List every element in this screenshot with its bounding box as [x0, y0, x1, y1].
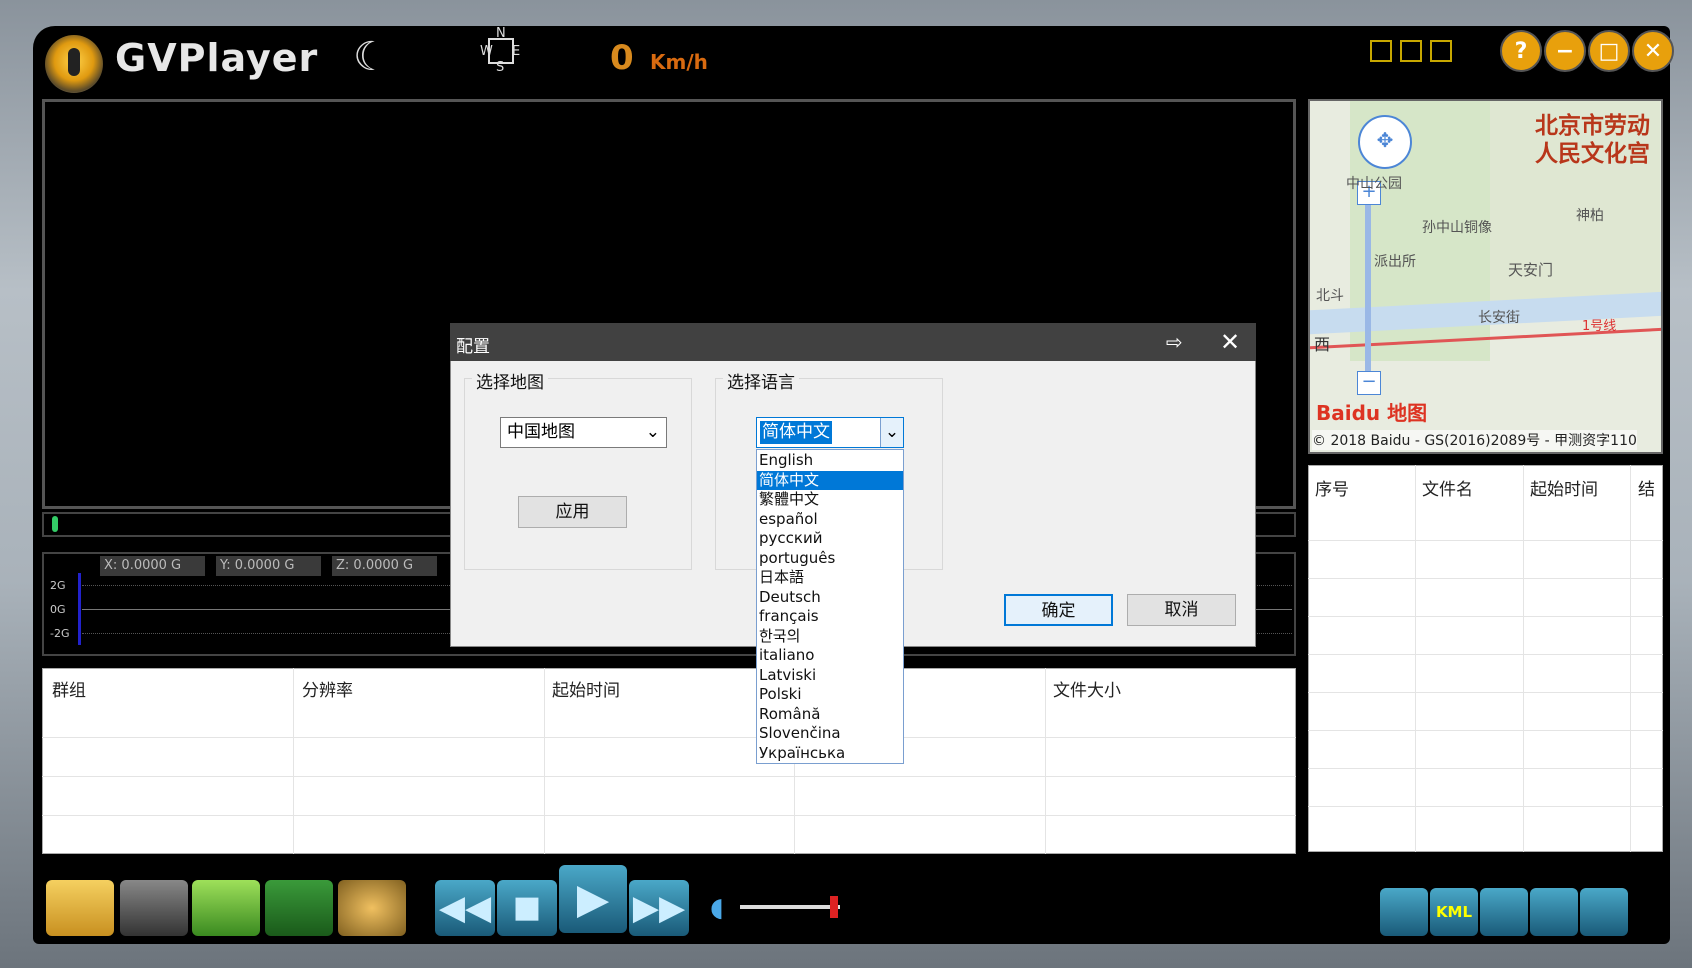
save-disk-icon[interactable]: [192, 880, 260, 936]
gsensor-y: Y: 0.0000 G: [216, 556, 321, 576]
dialog-close-icon[interactable]: ✕: [1220, 328, 1240, 356]
layout-small-icon[interactable]: [1370, 40, 1392, 62]
language-option[interactable]: Română: [757, 705, 903, 725]
close-icon[interactable]: ✕: [1632, 30, 1674, 72]
volume-slider[interactable]: [740, 905, 840, 909]
map-select[interactable]: 中国地图 ⌄: [500, 417, 667, 448]
apply-button[interactable]: 应用: [518, 496, 627, 528]
fast-forward-icon[interactable]: ▶▶: [629, 880, 689, 936]
map-label: 西: [1314, 335, 1331, 354]
dialog-title: 配置: [456, 337, 490, 357]
map-group-label: 选择地图: [472, 368, 548, 393]
logo-pupil: [68, 48, 80, 76]
camera-icon[interactable]: [120, 880, 188, 936]
map-label: 派出所: [1374, 254, 1416, 270]
rcol-filename[interactable]: 文件名: [1422, 475, 1473, 500]
language-select[interactable]: 简体中文 ⌄: [756, 417, 904, 448]
settings-wheel-icon[interactable]: [338, 880, 406, 936]
language-option[interactable]: Polski: [757, 685, 903, 705]
gsensor-scale-bottom: -2G: [50, 627, 70, 640]
language-option[interactable]: 繁體中文: [757, 490, 903, 510]
layout-switcher: [1370, 40, 1452, 68]
speed-unit: Km/h: [650, 50, 708, 74]
col-group[interactable]: 群组: [52, 676, 86, 701]
open-folder-icon[interactable]: [46, 880, 114, 936]
progress-thumb[interactable]: [52, 516, 58, 532]
map-group: [464, 378, 692, 570]
chevron-down-icon[interactable]: ⌄: [880, 418, 903, 447]
gsensor-scale-top: 2G: [50, 579, 66, 592]
map-label: 神柏: [1576, 208, 1604, 224]
map-zoom-out-icon[interactable]: −: [1357, 371, 1381, 395]
rcol-start-time[interactable]: 起始时间: [1530, 475, 1598, 500]
night-mode-icon[interactable]: ☾: [353, 34, 389, 80]
help-icon[interactable]: ?: [1500, 30, 1542, 72]
compass-icon: N W E S: [478, 26, 524, 76]
language-option[interactable]: 한국의: [757, 627, 903, 647]
map-copyright: © 2018 Baidu - GS(2016)2089号 - 甲测资字110: [1312, 430, 1637, 450]
kml-icon[interactable]: KML: [1430, 888, 1478, 936]
recycle-bin-icon[interactable]: [265, 880, 333, 936]
col-start-time[interactable]: 起始时间: [552, 676, 620, 701]
repeat-icon[interactable]: [1380, 888, 1428, 936]
chart-icon[interactable]: [1530, 888, 1578, 936]
app-title: GVPlayer: [115, 36, 319, 80]
maximize-icon[interactable]: □: [1588, 30, 1630, 72]
baidu-logo: Baidu 地图: [1316, 401, 1428, 425]
rewind-icon[interactable]: ◀◀: [435, 880, 495, 936]
volume-icon[interactable]: ◖: [710, 893, 724, 923]
chevron-down-icon: ⌄: [645, 422, 660, 442]
gsensor-scale-mid: 0G: [50, 603, 66, 616]
track-list[interactable]: [1308, 465, 1663, 852]
language-option[interactable]: Українська: [757, 744, 903, 764]
language-group-label: 选择语言: [723, 368, 799, 393]
language-select-value: 简体中文: [760, 421, 832, 444]
language-option[interactable]: italiano: [757, 646, 903, 666]
col-resolution[interactable]: 分辨率: [302, 676, 353, 701]
map-label: 北斗: [1316, 288, 1344, 304]
col-file-size[interactable]: 文件大小: [1053, 676, 1121, 701]
layout-large-icon[interactable]: [1430, 40, 1452, 62]
language-option[interactable]: español: [757, 510, 903, 530]
dialog-export-icon[interactable]: ⇨: [1166, 330, 1183, 354]
language-option-selected[interactable]: 简体中文: [757, 470, 903, 490]
minimize-icon[interactable]: −: [1544, 30, 1586, 72]
map-label: 中山公园: [1346, 176, 1402, 192]
gsensor-x: X: 0.0000 G: [100, 556, 205, 576]
map-label: 孙中山铜像: [1422, 220, 1492, 236]
language-option[interactable]: 日本語: [757, 568, 903, 588]
map-label: 1号线: [1582, 319, 1617, 334]
map-pin-icon[interactable]: [1480, 888, 1528, 936]
lock-icon[interactable]: [1580, 888, 1628, 936]
layout-medium-icon[interactable]: [1400, 40, 1422, 62]
language-option[interactable]: Deutsch: [757, 588, 903, 608]
map-label: 长安街: [1478, 310, 1520, 326]
ok-button[interactable]: 确定: [1004, 594, 1113, 626]
dialog-titlebar[interactable]: [450, 323, 1256, 361]
language-option[interactable]: English: [757, 451, 903, 471]
language-option[interactable]: русский: [757, 529, 903, 549]
window-controls: ? − □ ✕: [1500, 30, 1674, 72]
map-select-value: 中国地图: [507, 422, 575, 442]
map-label: 天安门: [1508, 261, 1554, 279]
rcol-index[interactable]: 序号: [1315, 475, 1349, 500]
language-option[interactable]: français: [757, 607, 903, 627]
language-option[interactable]: português: [757, 549, 903, 569]
language-option[interactable]: Latviski: [757, 666, 903, 686]
gsensor-cursor: [78, 573, 81, 645]
volume-slider-knob[interactable]: [830, 896, 838, 918]
map-pan-control[interactable]: ✥: [1358, 115, 1412, 169]
play-icon[interactable]: ▶: [559, 865, 627, 933]
speed-value: 0: [610, 38, 634, 78]
map-poi-title: 北京市劳动 人民文化宫: [1535, 113, 1650, 167]
rcol-end[interactable]: 结: [1638, 475, 1655, 500]
cancel-button[interactable]: 取消: [1127, 594, 1236, 626]
language-option[interactable]: Slovenčina: [757, 724, 903, 744]
gsensor-z: Z: 0.0000 G: [332, 556, 437, 576]
stop-icon[interactable]: ■: [497, 880, 557, 936]
